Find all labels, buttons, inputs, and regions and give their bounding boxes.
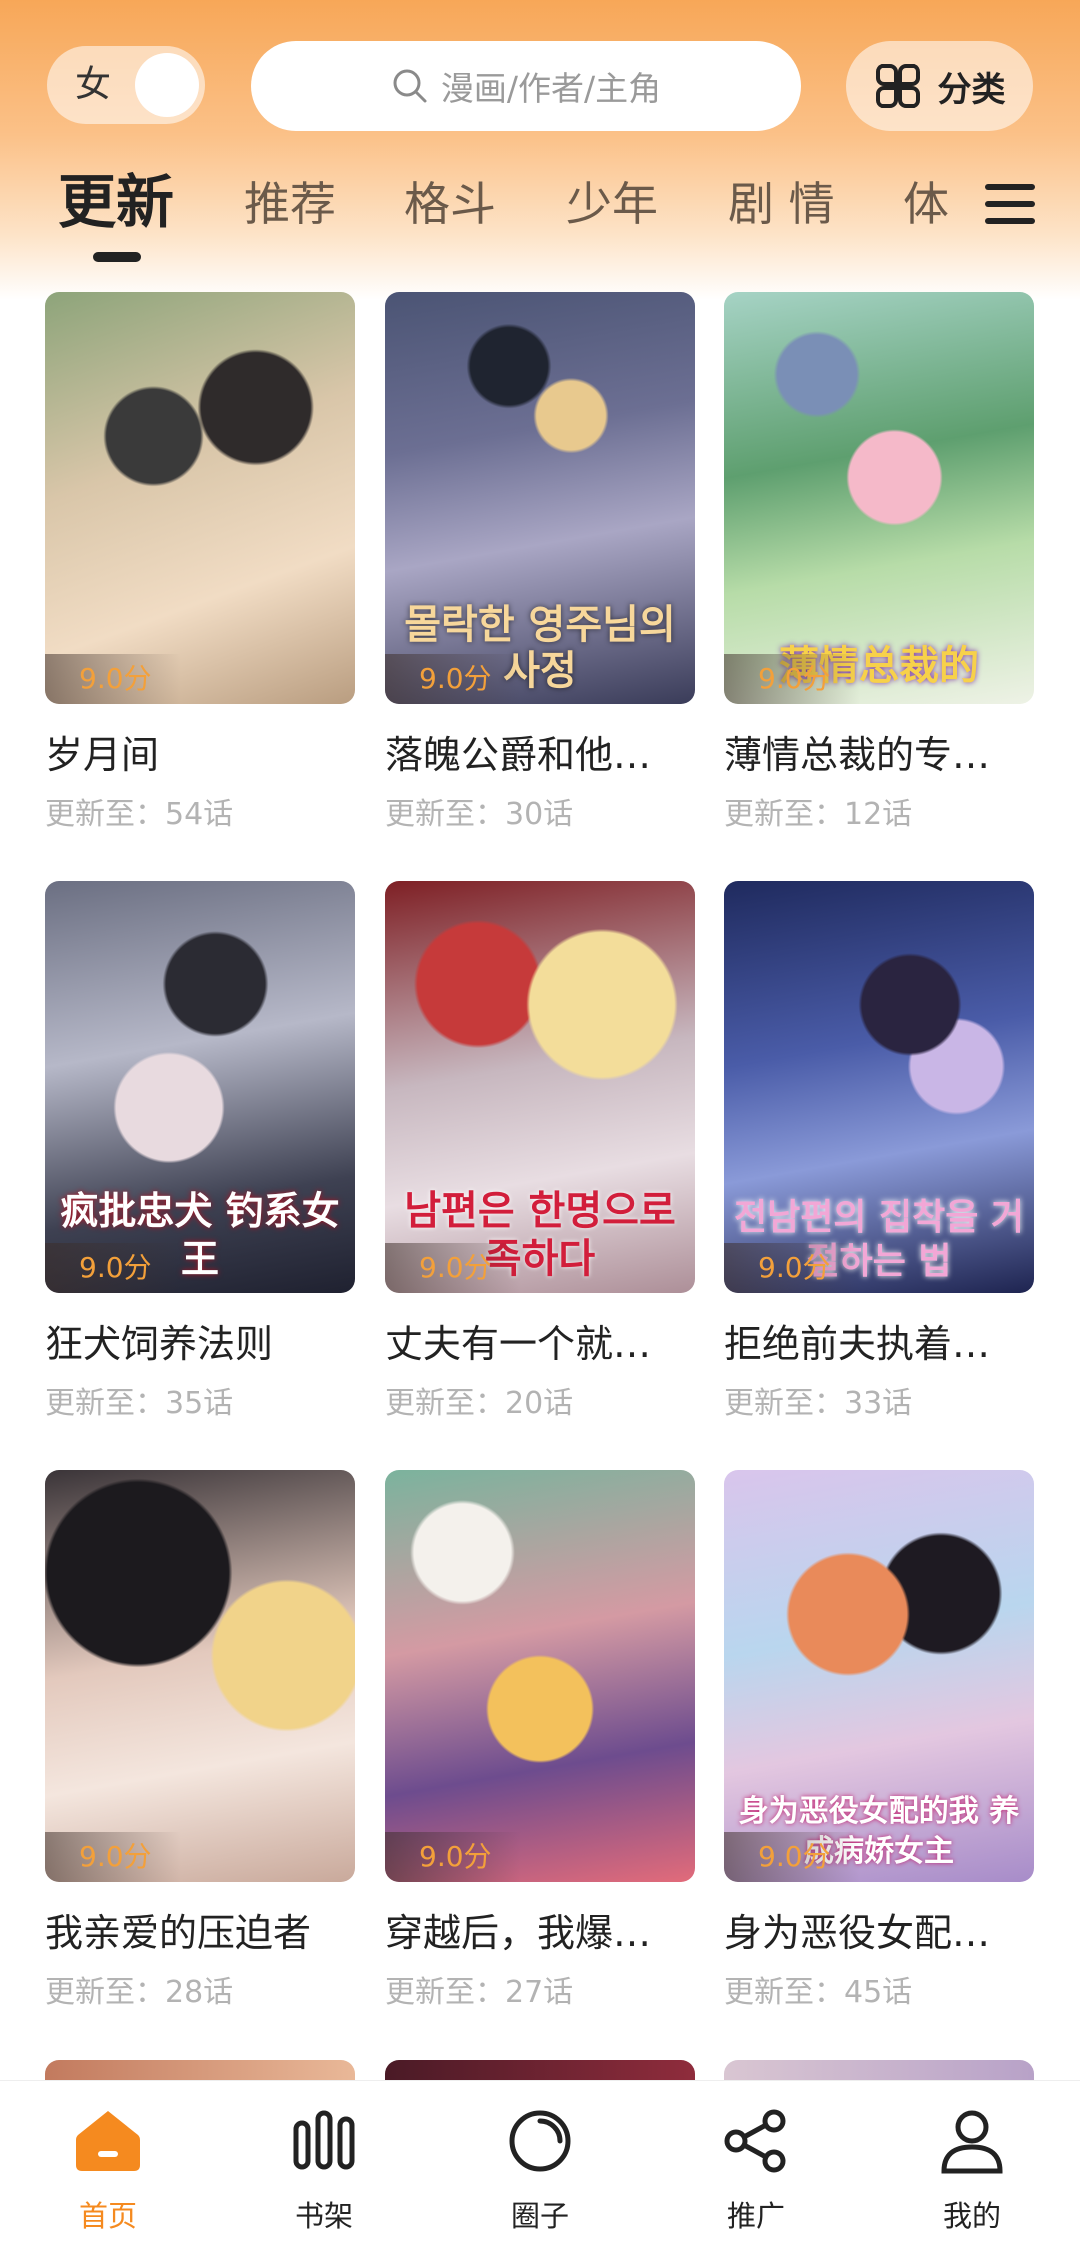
comic-card[interactable]: 薄情总裁的 9.0分 薄情总裁的专… 更新至：12话 [724, 292, 1034, 833]
nav-community-label: 圈子 [510, 2199, 569, 2233]
comic-title: 穿越后，我爆… [385, 1911, 652, 1955]
score-badge: 9.0分 [385, 654, 521, 704]
bottom-navigation: 首页 书架 圈子 推广 我的 [0, 2080, 1080, 2243]
comic-title: 身为恶役女配… [724, 1911, 991, 1955]
comic-title: 丈夫有一个就… [385, 1322, 652, 1366]
score-badge: 9.0分 [45, 1243, 181, 1293]
comic-title: 拒绝前夫执着… [724, 1322, 991, 1366]
nav-profile[interactable]: 我的 [864, 2081, 1080, 2243]
comic-title: 薄情总裁的专… [724, 733, 991, 777]
comic-title: 落魄公爵和他… [385, 733, 652, 777]
profile-icon [941, 2110, 1003, 2174]
comic-cover[interactable]: 몰락한 영주님의 사정 9.0分 [385, 292, 695, 704]
score-badge: 9.0分 [724, 654, 860, 704]
comic-card[interactable]: 몰락한 영주님의 사정 9.0分 落魄公爵和他… 更新至：30话 [385, 292, 695, 833]
comic-cover[interactable]: 疯批忠犬 钓系女王 9.0分 [45, 881, 355, 1293]
comic-cover[interactable]: 9.0分 [45, 1470, 355, 1882]
comic-card[interactable]: 9.0分 穿越后，我爆… 更新至：27话 [385, 1470, 695, 2011]
comic-cover[interactable]: 薄情总裁的 9.0分 [724, 292, 1034, 704]
score-badge: 9.0分 [385, 1832, 521, 1882]
comic-cover[interactable]: 9.0分 [385, 1470, 695, 1882]
comic-update-status: 更新至：20话 [385, 1386, 574, 1421]
comic-card[interactable]: 身为恶役女配的我 养成病娇女主 9.0分 身为恶役女配… 更新至：45话 [724, 1470, 1034, 2011]
score-badge: 9.0分 [45, 1832, 181, 1882]
score-badge: 9.0分 [724, 1832, 860, 1882]
comic-title: 岁月间 [45, 733, 160, 777]
comic-card[interactable]: 疯批忠犬 钓系女王 9.0分 狂犬饲养法则 更新至：35话 [45, 881, 355, 1422]
comic-grid: 9.0分 岁月间 更新至：54话 몰락한 영주님의 사정 9.0分 落魄公爵和他… [0, 0, 1080, 2243]
nav-home-label: 首页 [78, 2199, 137, 2233]
comic-cover[interactable]: 전남편의 집착을 거절하는 법 9.0分 [724, 881, 1034, 1293]
score-badge: 9.0分 [385, 1243, 521, 1293]
nav-promote[interactable]: 推广 [648, 2081, 864, 2243]
nav-bookshelf[interactable]: 书架 [216, 2081, 432, 2243]
cover-art [45, 292, 355, 704]
comic-title: 我亲爱的压迫者 [45, 1911, 312, 1955]
nav-home[interactable]: 首页 [0, 2081, 216, 2243]
comic-title: 狂犬饲养法则 [45, 1322, 274, 1366]
comic-update-status: 更新至：27话 [385, 1975, 574, 2010]
home-icon [76, 2111, 140, 2171]
comic-update-status: 更新至：54话 [45, 797, 234, 832]
comic-update-status: 更新至：28话 [45, 1975, 234, 2010]
comic-card[interactable]: 남편은 한명으로 족하다 9.0分 丈夫有一个就… 更新至：20话 [385, 881, 695, 1422]
share-icon [724, 2109, 786, 2173]
score-badge: 9.0分 [45, 654, 181, 704]
comic-update-status: 更新至：33话 [724, 1386, 913, 1421]
comic-cover[interactable]: 身为恶役女配的我 养成病娇女主 9.0分 [724, 1470, 1034, 1882]
bookshelf-icon [293, 2110, 355, 2170]
comic-update-status: 更新至：12话 [724, 797, 913, 832]
comic-update-status: 更新至：30话 [385, 797, 574, 832]
nav-community[interactable]: 圈子 [432, 2081, 648, 2243]
circle-community-icon [509, 2110, 571, 2172]
comic-cover[interactable]: 9.0分 [45, 292, 355, 704]
nav-profile-label: 我的 [942, 2199, 1001, 2233]
comic-card[interactable]: 9.0分 岁月间 更新至：54话 [45, 292, 355, 833]
comic-cover[interactable]: 남편은 한명으로 족하다 9.0分 [385, 881, 695, 1293]
comic-card[interactable]: 9.0分 我亲爱的压迫者 更新至：28话 [45, 1470, 355, 2011]
cover-art [385, 1470, 695, 1882]
nav-promote-label: 推广 [726, 2199, 785, 2233]
comic-card[interactable]: 전남편의 집착을 거절하는 법 9.0分 拒绝前夫执着… 更新至：33话 [724, 881, 1034, 1422]
comic-update-status: 更新至：35话 [45, 1386, 234, 1421]
score-badge: 9.0分 [724, 1243, 860, 1293]
cover-art [45, 1470, 355, 1882]
nav-bookshelf-label: 书架 [294, 2199, 353, 2233]
comic-update-status: 更新至：45话 [724, 1975, 913, 2010]
